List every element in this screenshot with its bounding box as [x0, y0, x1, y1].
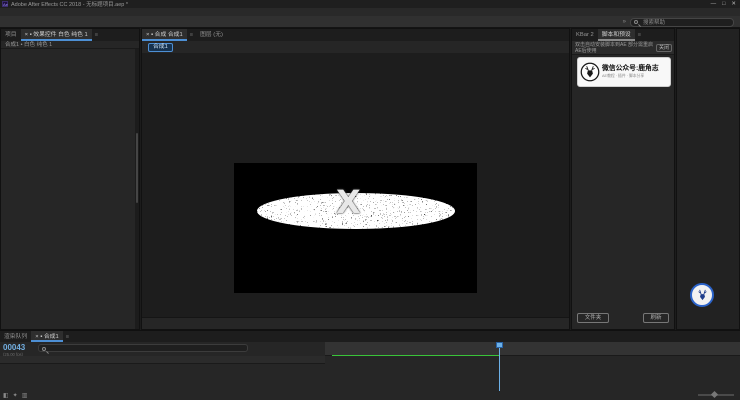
deer-logo-icon — [580, 62, 600, 82]
folder-button[interactable]: 文件夹 — [577, 313, 609, 323]
window-control-button[interactable]: ✕ — [731, 1, 736, 7]
panel-menu-icon[interactable]: ≡ — [187, 29, 196, 41]
playhead[interactable] — [499, 342, 500, 391]
help-search-input[interactable]: 搜索帮助 — [630, 18, 734, 27]
composition-panel: × ▪ 合成 合成1 ≡ 图层 (无) 合成1 X — [141, 28, 570, 330]
menubar — [0, 8, 740, 16]
panel-rail — [676, 28, 740, 330]
composition-tabs: × ▪ 合成 合成1 ≡ 图层 (无) — [142, 29, 569, 41]
window-controls: — □ ✕ — [711, 1, 740, 7]
tab-layer-viewer[interactable]: 图层 (无) — [196, 29, 227, 41]
timeline-search-input[interactable] — [38, 344, 248, 352]
time-ruler[interactable] — [325, 342, 740, 356]
titlebar: Ae Adobe After Effects CC 2018 - 无标题项目.a… — [0, 0, 740, 8]
search-icon — [42, 347, 46, 351]
tab-composition[interactable]: × ▪ 合成 合成1 — [142, 29, 187, 41]
effect-properties-list — [1, 29, 139, 329]
window-control-button[interactable]: □ — [722, 1, 725, 7]
window-control-button[interactable]: — — [711, 1, 717, 7]
current-time-display[interactable]: 00043 — [3, 343, 25, 352]
wechat-title: 微信公众号:鹿角志 — [602, 65, 659, 72]
timeline-tabs: 渲染队列 × ▪ 合成1 ≡ — [0, 331, 740, 342]
composition-frame: X — [234, 163, 477, 293]
panel-menu-icon[interactable]: ≡ — [635, 29, 644, 41]
panel-menu-icon[interactable]: ≡ — [63, 331, 72, 342]
tab-timeline-comp[interactable]: × ▪ 合成1 — [31, 331, 62, 342]
scrollbar[interactable] — [135, 49, 139, 329]
tab-render-queue[interactable]: 渲染队列 — [0, 331, 31, 342]
note-close-button[interactable]: 关闭 — [656, 44, 672, 52]
composition-navigator[interactable]: 合成1 — [148, 43, 173, 52]
tab-kbar[interactable]: KBar 2 — [572, 29, 598, 41]
timeline-toggle-icons[interactable]: ◧✦▥ — [3, 392, 31, 399]
effect-controls-panel: 项目 × ▪ 效果控件 白色 纯色 1 ≡ 合成1 • 白色 纯色 1 — [0, 28, 140, 330]
after-effects-window: Ae Adobe After Effects CC 2018 - 无标题项目.a… — [0, 0, 740, 400]
playhead-handle[interactable] — [496, 342, 503, 348]
timeline-column-headers — [0, 356, 325, 364]
ram-cache-bar — [332, 355, 500, 356]
viewer-toolbar — [142, 317, 569, 329]
search-icon — [634, 20, 638, 24]
wechat-subtitle: AE教程 · 插件 · 脚本分享 — [602, 74, 644, 78]
timeline-zoom-slider[interactable] — [698, 394, 734, 396]
window-title: Adobe After Effects CC 2018 - 无标题项目.aep … — [11, 0, 128, 8]
tab-scripts-presets[interactable]: 脚本和预设 — [598, 29, 635, 41]
ae-app-icon: Ae — [2, 1, 8, 7]
scripts-tabs: KBar 2 脚本和预设 ≡ — [572, 29, 674, 41]
wechat-banner: 微信公众号:鹿角志 AE教程 · 插件 · 脚本分享 — [577, 57, 671, 87]
refresh-button[interactable]: 刷新 — [643, 313, 669, 323]
toolbar: » 搜索帮助 — [0, 16, 740, 28]
scripts-panel: KBar 2 脚本和预设 ≡ 双击自动安装脚本到AE 部分需重启AE后使用 关闭… — [571, 28, 675, 330]
composition-viewer[interactable]: X — [142, 53, 569, 317]
particle-x-letter: X — [336, 183, 361, 221]
toolbar-overflow-icon[interactable]: » — [623, 19, 626, 25]
timeline-panel: 渲染队列 × ▪ 合成1 ≡ 00043 (25.00 fps) ◧✦▥ — [0, 330, 740, 400]
deer-badge — [690, 283, 714, 307]
